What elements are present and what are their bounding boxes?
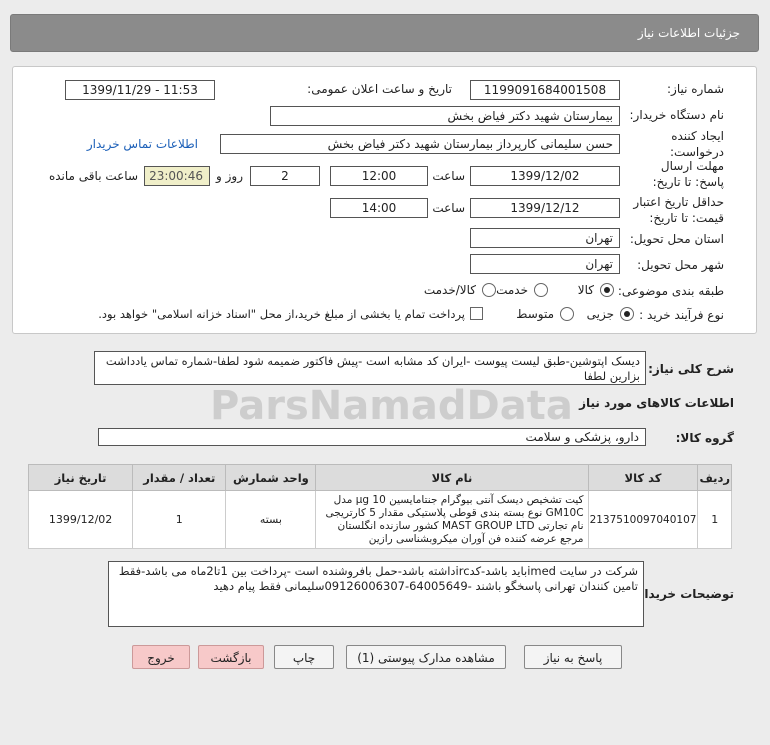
remaining-time-field: 23:00:46 (144, 166, 210, 186)
page-header: جزئیات اطلاعات نیاز (10, 14, 759, 52)
cell-name: کیت تشخیص دیسک آنتی بیوگرام جنتامایسین 1… (315, 490, 589, 549)
print-button[interactable]: چاپ (274, 645, 334, 669)
deadline-date-field: 1399/12/02 (470, 166, 620, 186)
reply-button[interactable]: پاسخ به نیاز (524, 645, 622, 669)
process-radio-minor[interactable] (620, 307, 634, 321)
deadline-time-field: 12:00 (330, 166, 428, 186)
back-button[interactable]: بازگشت (198, 645, 264, 669)
category-label: طبقه بندی موضوعی: (617, 284, 724, 298)
category-option-goods-service: کالا/خدمت (423, 283, 476, 297)
category-option-service: خدمت (496, 283, 528, 297)
cell-unit: بسته (225, 490, 317, 549)
price-validity-date-field: 1399/12/12 (470, 198, 620, 218)
col-header-code: کد کالا (587, 464, 699, 491)
need-number-label: شماره نیاز: (667, 82, 724, 96)
category-option-goods: کالا (577, 283, 594, 297)
creator-field: حسن سلیمانی کارپرداز بیمارستان شهید دکتر… (220, 134, 620, 154)
col-header-qty: تعداد / مقدار (132, 464, 227, 491)
treasury-payment-checkbox[interactable] (470, 307, 483, 320)
treasury-payment-text: پرداخت تمام یا بخشی از مبلغ خرید،از محل … (98, 307, 465, 321)
cell-date: 1399/12/02 (27, 490, 134, 549)
col-header-name: نام کالا (315, 464, 589, 491)
process-label: نوع فرآیند خرید : (639, 308, 724, 322)
buyer-notes-label: توضیحات خریدار: (632, 587, 734, 601)
watermark: ParsNamadData (210, 383, 573, 429)
table-row: 1 2137510097040107 کیت تشخیص دیسک آنتی ب… (27, 490, 732, 549)
view-attachments-button[interactable]: مشاهده مدارک پیوستی (1) (346, 645, 506, 669)
city-field: تهران (470, 254, 620, 274)
category-radio-service[interactable] (534, 283, 548, 297)
remaining-time-label: ساعت باقی مانده (48, 169, 138, 183)
buyer-field: بیمارستان شهید دکتر فیاض بخش (270, 106, 620, 126)
page-title: جزئیات اطلاعات نیاز (637, 26, 740, 40)
col-header-index: ردیف (697, 464, 732, 491)
cell-code: 2137510097040107 (587, 490, 699, 549)
buyer-label: نام دستگاه خریدار: (629, 108, 725, 122)
price-validity-label: حداقل تاریخ اعتبار قیمت: تا تاریخ: (633, 195, 724, 225)
price-validity-time-field: 14:00 (330, 198, 428, 218)
contact-info-link[interactable]: اطلاعات تماس خریدار (87, 137, 198, 151)
col-header-date: تاریخ نیاز (27, 464, 134, 491)
category-radio-goods-service[interactable] (482, 283, 496, 297)
buyer-notes-text: شرکت در سایت imedباید باشد-کدircداشته با… (108, 561, 644, 627)
days-field: 2 (250, 166, 320, 186)
need-number-field: 1199091684001508 (470, 80, 620, 100)
city-label: شهر محل تحویل: (637, 258, 724, 272)
category-radio-goods[interactable] (600, 283, 614, 297)
province-label: استان محل تحویل: (629, 232, 724, 246)
deadline-label: مهلت ارسال پاسخ: تا تاریخ: (652, 159, 724, 189)
summary-label: شرح کلی نیاز: (648, 362, 734, 376)
table-header-row: ردیف کد کالا نام کالا واحد شمارش تعداد /… (27, 464, 732, 491)
exit-button[interactable]: خروج (132, 645, 190, 669)
announce-label: تاریخ و ساعت اعلان عمومی: (307, 82, 452, 96)
items-table: ردیف کد کالا نام کالا واحد شمارش تعداد /… (27, 464, 732, 549)
goods-group-field: دارو، پزشکی و سلامت (98, 428, 646, 446)
process-option-minor: جزیی (586, 307, 614, 321)
cell-qty: 1 (132, 490, 227, 549)
goods-group-label: گروه کالا: (675, 431, 734, 445)
process-option-medium: متوسط (516, 307, 554, 321)
process-radio-medium[interactable] (560, 307, 574, 321)
price-validity-time-label: ساعت (432, 201, 465, 215)
province-field: تهران (470, 228, 620, 248)
deadline-time-label: ساعت (432, 169, 465, 183)
summary-text: دیسک اپتوشین-طبق لیست پیوست -ایران کد مش… (94, 351, 646, 385)
announce-field: 1399/11/29 - 11:53 (65, 80, 215, 100)
days-label: روز و (216, 169, 243, 183)
goods-info-title: اطلاعات کالاهای مورد نیاز (579, 396, 734, 410)
creator-label: ایجاد کننده درخواست: (670, 129, 724, 159)
col-header-unit: واحد شمارش (225, 464, 317, 491)
cell-index: 1 (697, 490, 732, 549)
